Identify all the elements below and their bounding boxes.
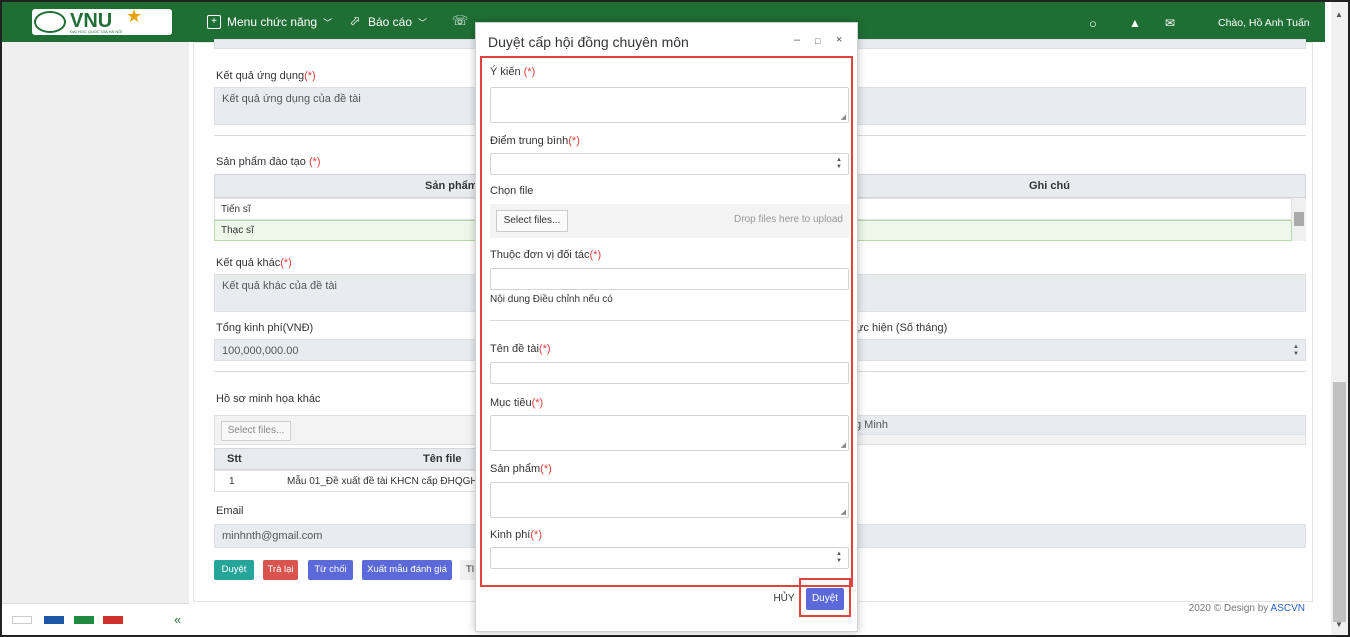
theme-red-swatch[interactable]: [103, 616, 123, 624]
menu-functions[interactable]: + Menu chức năng ﹀: [207, 15, 332, 29]
headset-icon: ☏: [452, 13, 469, 28]
tu-choi-button[interactable]: Từ chối: [308, 560, 353, 580]
ten-de-tai-input[interactable]: [490, 362, 849, 384]
bell-icon[interactable]: ▲: [1129, 16, 1141, 30]
thoi-gian-label: hực hiện (Số tháng): [850, 322, 948, 334]
theme-blue-swatch[interactable]: [44, 616, 64, 624]
chart-icon: ⬀: [349, 13, 361, 28]
menu-reports-label: Báo cáo: [368, 15, 413, 29]
tra-lai-button[interactable]: Trả lại: [263, 560, 298, 580]
ket-qua-khac-label: Kết quả khác(*): [216, 257, 292, 269]
dialog-title: Duyệt cấp hội đồng chuyên môn: [488, 34, 689, 50]
minh-field[interactable]: g Minh: [848, 415, 1306, 435]
thoi-gian-field[interactable]: ▲ ▼: [848, 339, 1306, 361]
ten-file-column-header: Tên file: [423, 453, 462, 465]
diem-trung-binh-label: Điểm trung bình(*): [490, 135, 580, 147]
table-scrollbar[interactable]: [1292, 198, 1306, 241]
y-kien-textarea[interactable]: ◢: [490, 87, 849, 123]
file-stt: 1: [229, 476, 235, 487]
approve-highlight: [799, 578, 851, 617]
logo-emblem-icon: [34, 11, 66, 33]
divider: [490, 320, 849, 321]
menu-reports[interactable]: ⬀ Báo cáo ﹀: [348, 13, 428, 29]
maximize-icon[interactable]: □: [815, 36, 820, 46]
page-scrollbar[interactable]: ▲ ▼: [1331, 2, 1348, 635]
tong-kinh-phi-label: Tổng kinh phí(VNĐ): [216, 322, 314, 334]
table-scroll-thumb[interactable]: [1294, 212, 1304, 226]
scroll-down-icon[interactable]: ▼: [1335, 620, 1343, 629]
don-vi-doi-tac-input[interactable]: [490, 268, 849, 290]
table-row[interactable]: 1 Mẫu 01_Đề xuất đề tài KHCN cấp ĐHQGHN: [214, 470, 485, 492]
select-files-button[interactable]: Select files...: [221, 421, 291, 441]
ket-qua-ung-dung-label: Kết quả ứng dụng(*): [216, 70, 316, 82]
ten-de-tai-label: Tên đề tài(*): [490, 343, 551, 355]
menu-functions-label: Menu chức năng: [227, 15, 318, 29]
user-greeting[interactable]: Chào, Hồ Anh Tuấn: [1218, 17, 1310, 29]
dialog-form: Ý kiến (*) ◢ Điểm trung bình(*) ▲ ▼ Chọn …: [480, 56, 853, 587]
minimize-icon[interactable]: –: [794, 34, 800, 46]
ascvn-link[interactable]: ASCVN: [1271, 603, 1305, 614]
collapse-sidebar-icon[interactable]: «: [174, 612, 181, 627]
spinner-icon[interactable]: ▲ ▼: [836, 551, 842, 565]
logo-subtitle: ĐẠI HỌC QUỐC GIA HÀ NỘI: [70, 29, 123, 34]
kinh-phi-label: Kinh phí(*): [490, 529, 542, 541]
y-kien-label: Ý kiến (*): [490, 66, 536, 78]
san-pham-textarea[interactable]: ◢: [490, 482, 849, 518]
diem-trung-binh-input[interactable]: ▲ ▼: [490, 153, 849, 175]
email-label: Email: [216, 505, 244, 517]
sidebar-footer: «: [2, 603, 189, 635]
muc-tieu-label: Mục tiêu(*): [490, 397, 544, 409]
resize-handle-icon[interactable]: ◢: [841, 113, 846, 121]
scroll-thumb[interactable]: [1333, 382, 1346, 622]
resize-handle-icon[interactable]: ◢: [841, 508, 846, 516]
san-pham-label: Sản phẩm(*): [490, 463, 552, 475]
copyright: 2020 © Design by ASCVN: [1188, 603, 1305, 614]
select-files-button[interactable]: Select files...: [496, 210, 568, 232]
chevron-down-icon: ﹀: [418, 17, 428, 28]
duyet-button[interactable]: Duyệt: [214, 560, 254, 580]
approval-dialog: Duyệt cấp hội đồng chuyên môn – □ × Ý ki…: [475, 22, 858, 632]
xuat-mau-danh-gia-button[interactable]: Xuất mẫu đánh giá: [362, 560, 452, 580]
spinner-icon[interactable]: ▲ ▼: [836, 157, 842, 171]
close-icon[interactable]: ×: [836, 34, 842, 46]
scroll-up-icon[interactable]: ▲: [1335, 10, 1343, 19]
spinner-icon[interactable]: ▲ ▼: [1293, 344, 1299, 358]
drop-hint: Drop files here to upload: [734, 214, 843, 225]
theme-green-swatch[interactable]: [74, 616, 94, 624]
star-icon: ★: [126, 6, 143, 26]
don-vi-doi-tac-label: Thuộc đơn vị đối tác(*): [490, 249, 602, 261]
search-icon[interactable]: ○: [1089, 16, 1097, 31]
chevron-down-icon: ﹀: [323, 17, 333, 28]
file-upload-zone[interactable]: Select files... Drop files here to uploa…: [490, 204, 849, 238]
ho-so-label: Hồ sơ minh họa khác: [216, 393, 321, 405]
file-name-link[interactable]: Mẫu 01_Đề xuất đề tài KHCN cấp ĐHQGHN: [287, 476, 485, 487]
san-pham-dao-tao-label: Sản phẩm đào tạo (*): [216, 156, 321, 168]
muc-tieu-textarea[interactable]: ◢: [490, 415, 849, 451]
ghi-chu-column-header: Ghi chú: [1029, 180, 1070, 192]
kinh-phi-input[interactable]: ▲ ▼: [490, 547, 849, 569]
theme-white-swatch[interactable]: [12, 616, 32, 624]
mail-icon[interactable]: ✉: [1165, 16, 1175, 30]
vnu-logo[interactable]: VNU ★ ĐẠI HỌC QUỐC GIA HÀ NỘI: [32, 6, 172, 35]
menu-help[interactable]: ☏: [452, 13, 472, 29]
chon-file-label: Chọn file: [490, 185, 534, 197]
sidebar: «: [2, 42, 189, 635]
tong-kinh-phi-field[interactable]: 100,000,000.00: [214, 339, 484, 361]
stt-column-header: Stt: [227, 453, 242, 465]
cancel-button[interactable]: HỦY: [771, 588, 797, 610]
plus-square-icon: +: [207, 15, 221, 29]
file-table-header: Stt Tên file: [214, 448, 476, 470]
resize-handle-icon[interactable]: ◢: [841, 441, 846, 449]
noi-dung-dieu-chinh-label: Nội dung Điều chỉnh nếu có: [490, 294, 613, 305]
